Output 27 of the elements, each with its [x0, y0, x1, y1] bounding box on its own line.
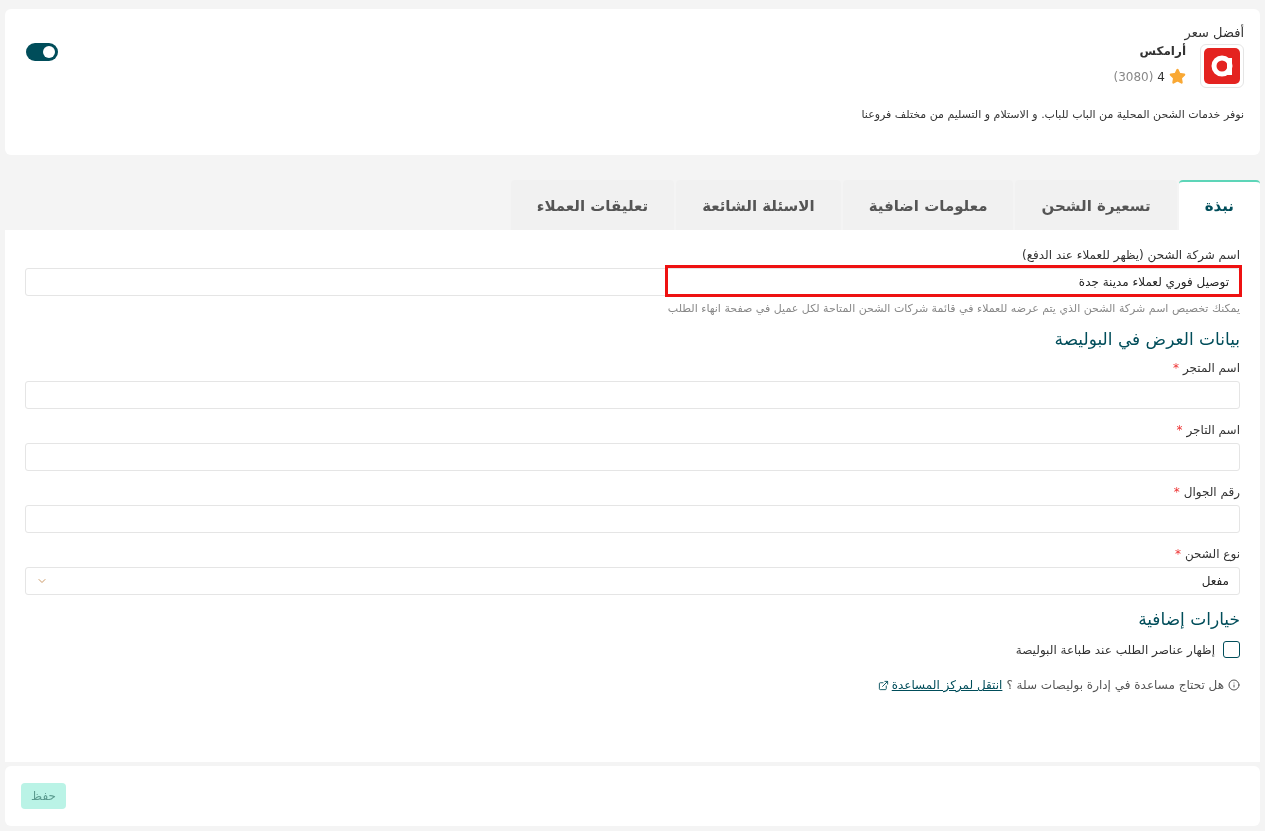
- field-label: نوع الشحن *: [1173, 547, 1240, 561]
- toggle-switch[interactable]: [26, 43, 58, 61]
- field-label: اسم شركة الشحن (يظهر للعملاء عند الدفع): [1021, 248, 1240, 262]
- rating-value: 4: [1157, 69, 1165, 84]
- input-field[interactable]: [25, 505, 1240, 533]
- help-center-link[interactable]: انتقل لمركز المساعدة: [877, 678, 1003, 692]
- input-field[interactable]: [25, 443, 1240, 471]
- input-field[interactable]: [25, 381, 1240, 409]
- select-field[interactable]: مفعل: [25, 567, 1240, 595]
- field-hint: يمكنك تخصيص اسم شركة الشحن الذي يتم عرضه للعملاء في قائمة شركات الشحن المتاحة لكل عميل في صفحة انهاء الطلب: [666, 302, 1240, 315]
- field-label: رقم الجوال *: [1172, 485, 1240, 499]
- section-title: خيارات إضافية: [1137, 609, 1240, 629]
- info-icon: [1228, 679, 1240, 691]
- field-label: اسم التاجر *: [1175, 423, 1240, 437]
- input-field[interactable]: توصيل فوري لعملاء مدينة جدة: [25, 268, 1240, 296]
- star-icon: [1169, 68, 1186, 85]
- checkbox-label: إظهار عناصر الطلب عند طباعة البوليصة: [1015, 642, 1215, 657]
- help-text: هل تحتاج مساعدة في إدارة بوليصات سلة ؟: [1006, 678, 1224, 692]
- field-label: اسم المتجر *: [1171, 361, 1240, 375]
- external-link-icon: [877, 679, 889, 691]
- checkbox[interactable]: [1223, 641, 1240, 658]
- best-price-label: أفضل سعر: [1183, 25, 1244, 40]
- review-count: (3080): [1113, 69, 1154, 84]
- section-title: بيانات العرض في البوليصة: [1053, 329, 1240, 349]
- tab[interactable]: نبذة: [1178, 180, 1260, 230]
- company-name: أرامكس: [1138, 44, 1186, 58]
- company-description: نوفر خدمات الشحن المحلية من الباب للباب. و الاستلام و التسليم من مختلف فروعنا: [861, 108, 1244, 121]
